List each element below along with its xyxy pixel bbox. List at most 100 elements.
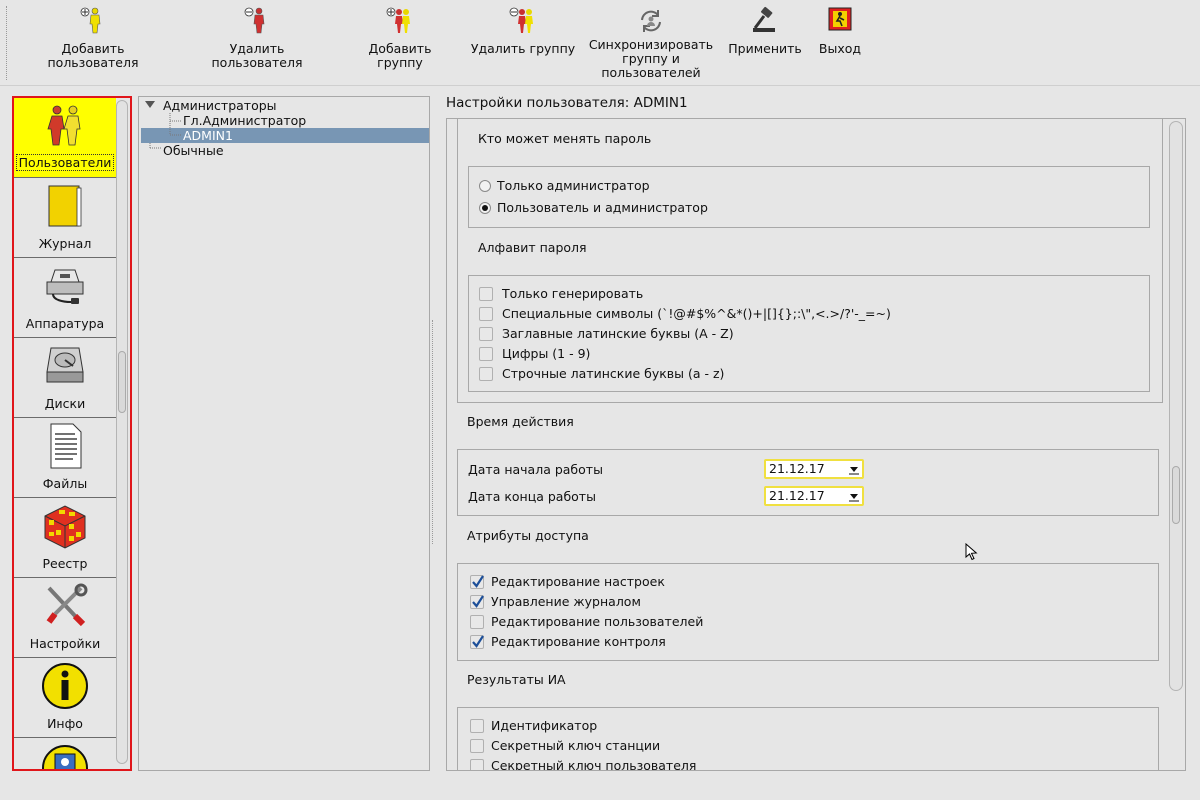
nav-item-disks[interactable]: Диски: [14, 338, 116, 418]
nav-item-registry[interactable]: Реестр: [14, 498, 116, 578]
nav-item-network[interactable]: [14, 738, 116, 769]
start-date-value: 21.12.17: [769, 461, 825, 476]
who-changes-password-heading: Кто может менять пароль: [478, 131, 652, 146]
check-icon: [472, 595, 484, 608]
tree-group-regular[interactable]: Обычные: [163, 143, 224, 158]
nav-item-settings[interactable]: Настройки: [14, 578, 116, 658]
special-chars-label: Специальные символы (`!@#$%^&*()+|[]{};:…: [502, 306, 891, 321]
checkbox-special-chars[interactable]: [479, 307, 493, 321]
add-group-button[interactable]: Добавить группу: [344, 6, 456, 80]
nav-label-journal: Журнал: [38, 236, 92, 251]
checkbox-edit-users[interactable]: [470, 615, 484, 629]
station-key-label: Секретный ключ станции: [491, 738, 661, 753]
settings-scrollbar-thumb[interactable]: [1172, 466, 1180, 524]
edit-users-label: Редактирование пользователей: [491, 614, 704, 629]
toolbar: Добавить пользователя Удалить пользовате…: [0, 0, 1200, 86]
add-user-icon: [80, 7, 101, 34]
start-date-label: Дата начала работы: [468, 462, 603, 477]
radio-user-and-admin-label: Пользователь и администратор: [497, 200, 708, 215]
radio-user-and-admin[interactable]: [479, 202, 491, 214]
nav-item-users[interactable]: Пользователи: [14, 98, 116, 178]
edit-control-label: Редактирование контроля: [491, 634, 666, 649]
mouse-cursor-icon: [965, 543, 978, 561]
password-alphabet-group: Только генерировать Специальные символы …: [468, 275, 1150, 392]
sync-icon: [641, 10, 661, 32]
nav-item-info[interactable]: Инфо: [14, 658, 116, 738]
checkbox-manage-journal[interactable]: [470, 595, 484, 609]
nav-scrollbar[interactable]: [116, 100, 128, 764]
nav-item-files[interactable]: Файлы: [14, 418, 116, 498]
checkbox-edit-settings[interactable]: [470, 575, 484, 589]
end-date-dropdown-icon[interactable]: [848, 490, 860, 502]
checkbox-generate-only[interactable]: [479, 287, 493, 301]
delete-group-button[interactable]: Удалить группу: [470, 6, 576, 80]
validity-heading: Время действия: [467, 414, 574, 429]
checkbox-user-key[interactable]: [470, 759, 484, 770]
password-alphabet-heading: Алфавит пароля: [478, 240, 587, 255]
user-tree: Администраторы Гл.Администратор ADMIN1 О…: [138, 96, 430, 771]
add-group-label: Добавить группу: [368, 41, 432, 70]
exit-button[interactable]: Выход: [812, 6, 868, 80]
checkbox-digits[interactable]: [479, 347, 493, 361]
check-icon: [472, 575, 484, 588]
tree-group-admins[interactable]: Администраторы: [163, 98, 277, 113]
sync-label-line2: группу и: [622, 51, 680, 66]
generate-only-label: Только генерировать: [502, 286, 644, 301]
upper-latin-label: Заглавные латинские буквы (A - Z): [502, 326, 734, 341]
nav-label-hardware: Аппаратура: [25, 316, 105, 331]
registry-cube-icon: [44, 505, 86, 549]
toolbar-handle[interactable]: [6, 6, 9, 80]
start-date-picker[interactable]: 21.12.17: [764, 459, 864, 479]
checkbox-station-key[interactable]: [470, 739, 484, 753]
lower-latin-label: Строчные латинские буквы (a - z): [502, 366, 725, 381]
pane-splitter[interactable]: [432, 320, 435, 544]
hardware-icon: [46, 269, 84, 304]
nav-label-files: Файлы: [42, 476, 88, 491]
ia-results-group: Идентификатор Секретный ключ станции Сек…: [457, 707, 1159, 771]
sync-label-line1: Синхронизировать: [588, 37, 714, 52]
nav-item-hardware[interactable]: Аппаратура: [14, 258, 116, 338]
password-change-group: Только администратор Пользователь и адми…: [468, 166, 1150, 228]
sync-label-line3: пользователей: [601, 65, 701, 80]
nav-scrollbar-thumb[interactable]: [118, 351, 126, 413]
apply-button[interactable]: Применить: [726, 6, 804, 80]
add-group-icon: [386, 7, 410, 33]
exit-icon: [828, 7, 852, 31]
panel-title: Настройки пользователя: ADMIN1: [446, 95, 688, 111]
delete-user-button[interactable]: Удалить пользователя: [184, 6, 330, 80]
nav-label-users: Пользователи: [15, 154, 115, 171]
digits-label: Цифры (1 - 9): [502, 346, 591, 361]
delete-group-label: Удалить группу: [470, 41, 576, 56]
delete-group-icon: [509, 7, 533, 33]
tree-user-admin1[interactable]: ADMIN1: [183, 128, 233, 143]
check-icon: [472, 635, 484, 648]
add-user-button[interactable]: Добавить пользователя: [18, 6, 168, 80]
file-icon: [50, 423, 82, 469]
validity-group: Дата начала работы 21.12.17 Дата конца р…: [457, 449, 1159, 516]
tools-icon: [46, 583, 88, 627]
user-settings-panel: Кто может менять пароль Только администр…: [446, 118, 1186, 771]
radio-admin-only[interactable]: [479, 180, 491, 192]
info-icon: [42, 663, 88, 709]
nav-label-info: Инфо: [47, 716, 83, 731]
nav-label-registry: Реестр: [42, 556, 88, 571]
access-attributes-group: Редактирование настроек Управление журна…: [457, 563, 1159, 661]
nav-item-journal[interactable]: Журнал: [14, 178, 116, 258]
user-key-label: Секретный ключ пользователя: [491, 758, 697, 771]
nav-label-settings: Настройки: [29, 636, 101, 651]
tree-user-chief-admin[interactable]: Гл.Администратор: [183, 113, 306, 128]
delete-user-icon: [244, 7, 265, 34]
checkbox-identifier[interactable]: [470, 719, 484, 733]
journal-icon: [48, 185, 82, 227]
sync-group-users-button[interactable]: Синхронизировать группу и пользователей: [588, 6, 714, 80]
checkbox-upper-latin[interactable]: [479, 327, 493, 341]
checkbox-edit-control[interactable]: [470, 635, 484, 649]
settings-scrollbar[interactable]: [1169, 121, 1183, 691]
expand-arrow-icon[interactable]: [145, 101, 155, 109]
category-nav: Пользователи Журнал Аппаратура Диски Фай…: [12, 96, 132, 771]
access-attributes-heading: Атрибуты доступа: [467, 528, 589, 543]
end-date-picker[interactable]: 21.12.17: [764, 486, 864, 506]
checkbox-lower-latin[interactable]: [479, 367, 493, 381]
start-date-dropdown-icon[interactable]: [848, 463, 860, 475]
ia-results-heading: Результаты ИА: [467, 672, 566, 687]
